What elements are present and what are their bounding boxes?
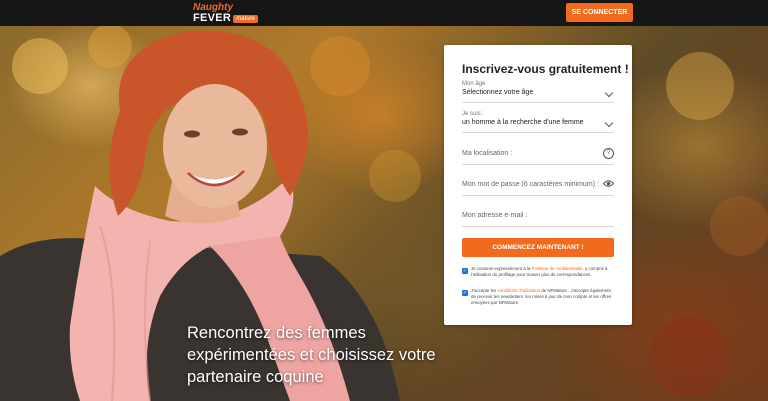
privacy-policy-link[interactable]: Politique de confidentialité (532, 266, 583, 271)
age-label: Mon âge (462, 81, 486, 87)
age-value: Sélectionnez votre âge (462, 89, 534, 96)
terms-checkbox[interactable]: ✓ (462, 290, 468, 296)
form-title: Inscrivez-vous gratuitement ! (462, 62, 629, 76)
start-now-button[interactable]: COMMENCEZ MAINTENANT ! (462, 238, 614, 257)
age-select[interactable]: Mon âge Sélectionnez votre âge (462, 81, 614, 103)
privacy-checkbox[interactable]: ✓ (462, 268, 468, 274)
privacy-consent: ✓ Je consens expressément à la Politique… (462, 266, 612, 278)
seeking-select[interactable]: Je suis: un homme à la recherche d'une f… (462, 111, 614, 133)
location-input[interactable]: Ma localisation : ? (462, 148, 614, 165)
seeking-label: Je suis: (462, 111, 483, 117)
logo-line2: FEVER (193, 12, 232, 24)
signup-form: Inscrivez-vous gratuitement ! Mon âge Sé… (444, 45, 632, 325)
seeking-value: un homme à la recherche d'une femme (462, 119, 584, 126)
consent1-text: Je consens expressément à la (471, 266, 532, 271)
login-button[interactable]: SE CONNECTER (566, 3, 633, 22)
top-nav-bar: Naughty FEVER mature SE CONNECTER (0, 0, 768, 26)
location-placeholder: Ma localisation : (462, 150, 513, 157)
terms-consent: ✓ J'accepte les conditions d'utilisation… (462, 288, 612, 306)
help-icon[interactable]: ? (603, 148, 614, 159)
password-input[interactable]: Mon mot de passe (6 caractères minimum) … (462, 179, 614, 196)
hero-section: Rencontrez des femmes expérimentées et c… (0, 26, 768, 401)
logo-badge: mature (233, 14, 258, 23)
eye-icon[interactable] (603, 179, 614, 188)
terms-link[interactable]: conditions d'utilisation (497, 288, 540, 293)
email-placeholder: Mon adresse e-mail : (462, 212, 528, 219)
site-logo[interactable]: Naughty FEVER mature (193, 3, 263, 24)
consent2-text: J'accepte les (471, 288, 498, 293)
password-placeholder: Mon mot de passe (6 caractères minimum) … (462, 181, 599, 188)
hero-headline: Rencontrez des femmes expérimentées et c… (187, 324, 436, 386)
email-input[interactable]: Mon adresse e-mail : (462, 212, 614, 227)
